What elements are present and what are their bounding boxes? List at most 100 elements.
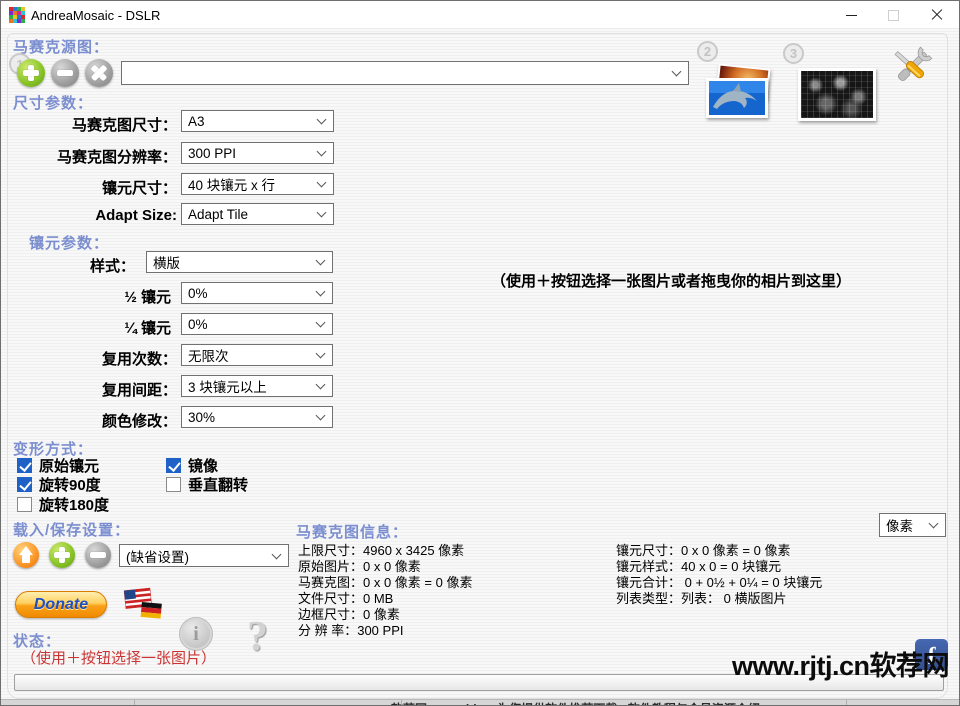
minimize-icon [846,15,857,16]
close-button[interactable] [914,1,959,29]
client-area: 马赛克源图： 1 2 3 [1,29,959,706]
chevron-down-icon [317,178,327,188]
quarter-tile-combobox[interactable]: 0% [181,313,333,335]
window-title: AndreaMosaic - DSLR [31,8,160,23]
section-header-size: 尺寸参数： [13,92,93,113]
source-image-combobox[interactable] [121,61,689,85]
chevron-down-icon [316,287,326,297]
tile-size-value: 40 块镶元 x 行 [188,174,275,194]
maximize-button [871,1,916,29]
delete-settings-button[interactable] [85,542,111,568]
mosaic-preview-image [801,71,873,118]
chevron-down-icon [316,349,326,359]
adapt-size-combobox[interactable]: Adapt Tile [181,203,334,225]
step-badge-3: 3 [783,43,804,64]
mosaic-size-value: A3 [188,114,205,129]
sample-photo-dolphin[interactable] [706,78,768,118]
title-bar: AndreaMosaic - DSLR [1,1,959,29]
step-badge-2: 2 [697,41,718,62]
checkbox-checked-icon [166,458,181,473]
info-list-type: 列表类型：列表： 0 横版图片 [616,588,786,607]
chevron-down-icon [316,256,326,266]
reuse-count-combobox[interactable]: 无限次 [181,344,333,366]
label-color-change: 颜色修改： [1,410,177,431]
label-reuse-count: 复用次数： [1,348,177,369]
label-adapt-size: Adapt Size: [1,207,177,224]
chevron-down-icon [672,67,682,77]
settings-preset-combobox[interactable]: (缺省设置) [119,544,289,567]
footer-strip: 软荐网 www.rjtj.cn 为您提供软件推荐下载 · 软件教程与会员资源介绍 [1,699,960,706]
checkbox-rotate-90[interactable]: 旋转90度 [17,474,101,495]
status-message: （使用＋按钮选择一张图片） [21,647,216,668]
half-tile-combobox[interactable]: 0% [181,282,333,304]
chevron-down-icon [316,380,326,390]
maximize-icon [888,10,899,21]
drop-hint-text: （使用＋按钮选择一张图片或者拖曳你的相片到这里） [401,270,941,291]
label-mosaic-size: 马赛克图尺寸： [1,114,177,135]
watermark-text: www.rjtj.cn软荐网 [732,644,949,683]
add-source-image-button[interactable] [17,59,45,87]
chevron-down-icon [317,115,327,125]
checkbox-mirror[interactable]: 镜像 [166,455,218,476]
reuse-distance-value: 3 块镶元以上 [188,376,267,396]
section-header-source: 马赛克源图： [13,36,109,57]
checkbox-label: 垂直翻转 [188,474,248,495]
settings-preset-value: (缺省设置) [126,546,189,566]
tile-size-combobox[interactable]: 40 块镶元 x 行 [181,173,334,195]
info-button[interactable]: i [179,617,213,651]
chevron-down-icon [317,208,327,218]
section-header-tile: 镶元参数： [29,232,109,253]
chevron-down-icon [317,147,327,157]
dolphin-image [709,81,765,115]
donate-label: Donate [34,596,88,614]
load-settings-button[interactable] [13,542,39,568]
checkbox-checked-icon [17,477,32,492]
chevron-down-icon [316,411,326,421]
mosaic-size-combobox[interactable]: A3 [181,110,334,132]
label-mosaic-resolution: 马赛克图分辨率： [1,146,177,167]
footer-separator [401,700,402,706]
checkbox-vertical-flip[interactable]: 垂直翻转 [166,474,248,495]
tile-style-value: 横版 [153,252,180,272]
mosaic-resolution-value: 300 PPI [188,146,236,161]
remove-source-image-button[interactable] [51,59,79,87]
tile-style-combobox[interactable]: 横版 [146,251,333,273]
checkbox-unchecked-icon [166,477,181,492]
checkbox-unchecked-icon [17,497,32,512]
info-icon: i [193,623,199,646]
label-tile-style: 样式： [1,255,135,276]
footer-separator [134,700,135,706]
checkbox-checked-icon [17,458,32,473]
section-header-info: 马赛克图信息： [296,521,408,542]
half-tile-value: 0% [188,286,208,301]
reuse-distance-combobox[interactable]: 3 块镶元以上 [181,375,333,397]
section-header-settings: 载入/保存设置： [13,519,130,540]
adapt-size-value: Adapt Tile [188,207,248,222]
chevron-down-icon [272,549,282,559]
unit-combobox[interactable]: 像素 [879,513,946,537]
info-resolution: 分 辨 率：300 PPI [298,620,403,639]
app-window: AndreaMosaic - DSLR 马赛克源图： 1 2 3 [0,0,960,706]
quarter-tile-value: 0% [188,317,208,332]
color-change-combobox[interactable]: 30% [181,406,333,428]
donate-button[interactable]: Donate [15,591,107,618]
footer-separator [846,700,847,706]
chevron-down-icon [929,519,939,529]
mosaic-resolution-combobox[interactable]: 300 PPI [181,142,334,164]
label-quarter-tile: ¼ 镶元 [1,317,171,338]
sample-mosaic-thumbnail[interactable] [798,68,876,121]
help-button[interactable]: ? [247,613,268,661]
clear-source-images-button[interactable] [85,59,113,87]
save-settings-button[interactable] [49,542,75,568]
minimize-button[interactable] [829,1,874,29]
checkbox-label: 镜像 [188,455,218,476]
checkbox-rotate-180[interactable]: 旋转180度 [17,494,109,515]
label-tile-size: 镶元尺寸： [1,177,177,198]
checkbox-original-tile[interactable]: 原始镶元 [17,455,99,476]
color-change-value: 30% [188,410,215,425]
tools-wrench-icon[interactable] [889,46,935,88]
chevron-down-icon [316,318,326,328]
label-half-tile: ½ 镶元 [1,286,171,307]
unit-combobox-value: 像素 [886,515,913,535]
language-flags-icon[interactable] [123,587,165,621]
